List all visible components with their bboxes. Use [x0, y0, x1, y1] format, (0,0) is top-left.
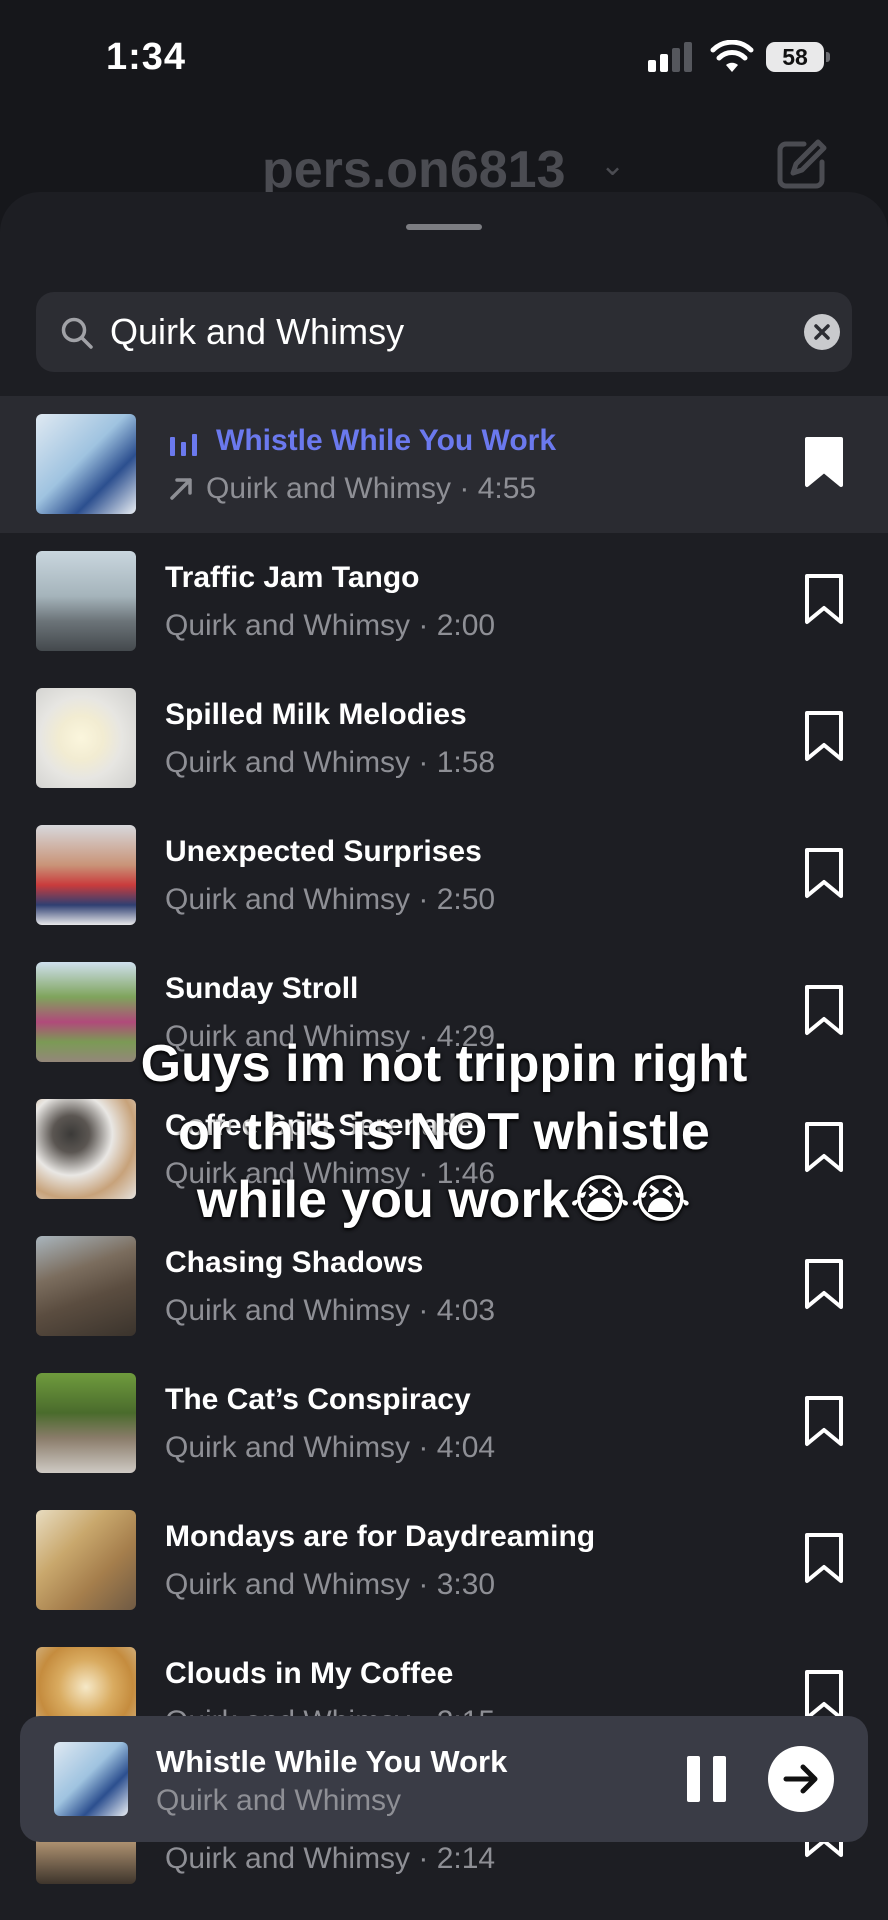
bookmark-icon[interactable]	[804, 1395, 844, 1447]
clear-search-icon[interactable]	[804, 314, 840, 350]
track-title: Spilled Milk Melodies	[165, 698, 467, 731]
track-title: Unexpected Surprises	[165, 835, 482, 868]
track-subtitle: Quirk and Whimsy · 2:50	[165, 883, 496, 916]
pause-button[interactable]	[684, 1756, 728, 1804]
mini-player[interactable]: Whistle While You Work Quirk and Whimsy	[20, 1716, 868, 1842]
track-row[interactable]: The Cat’s Conspiracy Quirk and Whimsy · …	[0, 1355, 888, 1492]
track-row[interactable]: Spilled Milk Melodies Quirk and Whimsy ·…	[0, 670, 888, 807]
track-subtitle: Quirk and Whimsy · 2:00	[165, 609, 496, 642]
wifi-icon	[710, 40, 754, 72]
album-art	[36, 688, 136, 788]
account-switcher[interactable]: pers.on6813	[262, 140, 566, 200]
track-subtitle: Quirk and Whimsy · 4:55	[206, 472, 537, 505]
album-art	[36, 414, 136, 514]
album-art	[36, 1373, 136, 1473]
caption-line: while you work😭😭	[196, 1171, 692, 1229]
next-button[interactable]	[768, 1746, 834, 1812]
bookmark-icon[interactable]	[804, 710, 844, 762]
track-title: Chasing Shadows	[165, 1246, 424, 1279]
track-row[interactable]: Mondays are for Daydreaming Quirk and Wh…	[0, 1492, 888, 1629]
sheet-grabber[interactable]	[406, 224, 482, 230]
bookmark-icon[interactable]	[804, 1532, 844, 1584]
now-playing-art	[54, 1742, 128, 1816]
track-row[interactable]: Chasing Shadows Quirk and Whimsy · 4:03	[0, 1218, 888, 1355]
status-time: 1:34	[106, 36, 187, 78]
track-title: Sunday Stroll	[165, 972, 359, 1005]
bookmark-icon[interactable]	[804, 1669, 844, 1721]
track-subtitle: Quirk and Whimsy · 3:30	[165, 1568, 496, 1601]
track-title: Mondays are for Daydreaming	[165, 1520, 596, 1553]
compose-icon[interactable]	[774, 138, 828, 192]
battery-indicator: 58	[766, 42, 830, 72]
track-row[interactable]: Traffic Jam Tango Quirk and Whimsy · 2:0…	[0, 533, 888, 670]
now-playing-artist: Quirk and Whimsy	[156, 1784, 402, 1817]
now-playing-title: Whistle While You Work	[156, 1744, 508, 1779]
track-title: Traffic Jam Tango	[165, 561, 420, 594]
chevron-down-icon[interactable]: ⌄	[600, 148, 625, 183]
arrow-right-icon	[783, 1764, 818, 1794]
search-icon	[61, 317, 93, 349]
track-title: The Cat’s Conspiracy	[165, 1383, 471, 1416]
search-input[interactable]	[110, 292, 750, 372]
arrow-up-right-icon	[170, 478, 192, 500]
album-art	[36, 825, 136, 925]
cellular-signal-icon	[648, 42, 694, 72]
caption-line: or this is NOT whistle	[178, 1103, 710, 1161]
now-playing-icon	[170, 434, 197, 456]
video-caption: Guys im not trippin right or this is NOT…	[0, 1030, 888, 1234]
search-bar[interactable]	[36, 292, 852, 372]
track-row[interactable]: Unexpected Surprises Quirk and Whimsy · …	[0, 807, 888, 944]
status-bar: 1:34 58	[0, 0, 888, 110]
track-subtitle: Quirk and Whimsy · 2:14	[165, 1842, 496, 1875]
track-subtitle: Quirk and Whimsy · 4:04	[165, 1431, 496, 1464]
track-subtitle: Quirk and Whimsy · 4:03	[165, 1294, 496, 1327]
track-row[interactable]: Whistle While You Work Quirk and Whimsy …	[0, 396, 888, 533]
caption-line: Guys im not trippin right	[140, 1035, 748, 1093]
track-subtitle: Quirk and Whimsy · 1:58	[165, 746, 496, 779]
bookmark-icon[interactable]	[804, 847, 844, 899]
bookmark-icon[interactable]	[804, 984, 844, 1036]
bookmark-icon[interactable]	[804, 1258, 844, 1310]
album-art	[36, 551, 136, 651]
track-title: Clouds in My Coffee	[165, 1657, 454, 1690]
track-title: Whistle While You Work	[216, 424, 557, 457]
bookmark-icon[interactable]	[804, 573, 844, 625]
album-art	[36, 1510, 136, 1610]
bookmark-filled-icon[interactable]	[804, 436, 844, 488]
album-art	[36, 1236, 136, 1336]
